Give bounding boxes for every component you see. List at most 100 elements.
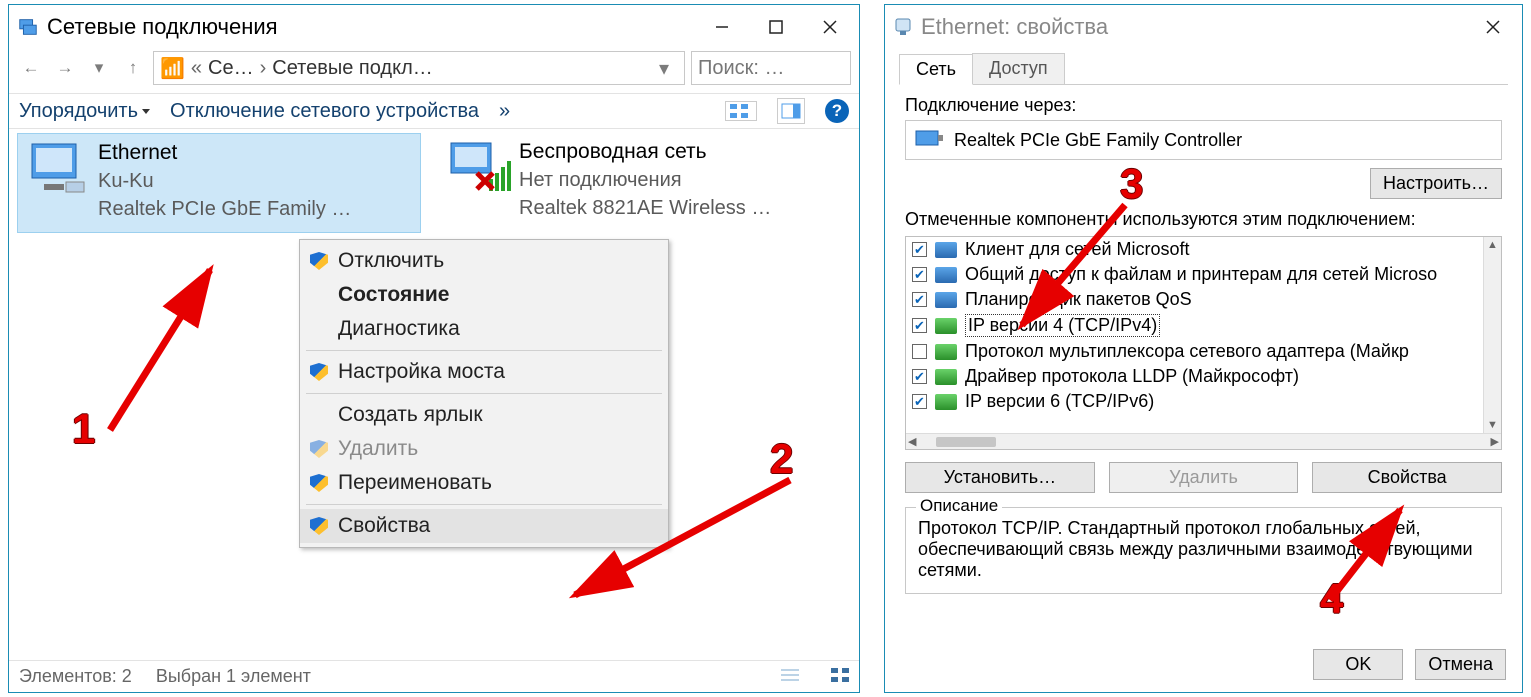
protocol-icon bbox=[935, 369, 957, 385]
service-icon bbox=[935, 292, 957, 308]
nic-icon bbox=[914, 127, 944, 154]
service-icon bbox=[935, 242, 957, 258]
breadcrumb-part[interactable]: Се… bbox=[208, 57, 254, 80]
checkbox[interactable] bbox=[912, 267, 927, 282]
checkbox[interactable] bbox=[912, 369, 927, 384]
breadcrumb-history-button[interactable]: ▾ bbox=[650, 54, 678, 82]
nav-forward-button[interactable]: → bbox=[51, 54, 79, 82]
scroll-right-icon[interactable]: ▶ bbox=[1489, 433, 1501, 450]
component-item[interactable]: Протокол мультиплексора сетевого адаптер… bbox=[906, 339, 1501, 364]
scrollbar-horizontal[interactable]: ◀ ▶ bbox=[906, 433, 1501, 449]
ok-button[interactable]: OK bbox=[1313, 649, 1403, 680]
breadcrumb[interactable]: 📶 « Се… › Сетевые подкл… ▾ bbox=[153, 51, 685, 85]
app-icon bbox=[17, 16, 39, 38]
nav-recent-button[interactable]: ▾ bbox=[85, 54, 113, 82]
ethernet-properties-window: Ethernet: свойства Сеть Доступ Подключен… bbox=[884, 4, 1523, 693]
connection-adapter: Realtek 8821AE Wireless … bbox=[519, 194, 771, 222]
separator bbox=[306, 350, 662, 351]
view-mode-dropdown[interactable] bbox=[725, 101, 757, 121]
uninstall-button: Удалить bbox=[1109, 462, 1299, 493]
tab-sharing[interactable]: Доступ bbox=[972, 53, 1065, 84]
nav-back-button[interactable]: ← bbox=[17, 54, 45, 82]
checkbox[interactable] bbox=[912, 344, 927, 359]
toolbar-overflow-button[interactable]: » bbox=[499, 100, 510, 123]
annotation-arrow-4 bbox=[1300, 500, 1420, 610]
ctx-delete: Удалить bbox=[300, 432, 668, 466]
organize-menu[interactable]: Упорядочить bbox=[19, 100, 150, 123]
separator bbox=[306, 393, 662, 394]
tab-network[interactable]: Сеть bbox=[899, 54, 973, 85]
component-label: IP версии 6 (TCP/IPv6) bbox=[965, 391, 1154, 412]
tab-panel: Подключение через: Realtek PCIe GbE Fami… bbox=[885, 85, 1522, 604]
window-title: Ethernet: свойства bbox=[921, 14, 1466, 40]
shield-icon bbox=[310, 363, 328, 381]
component-item[interactable]: IP версии 4 (TCP/IPv4) bbox=[906, 312, 1501, 339]
scroll-left-icon[interactable]: ◀ bbox=[906, 433, 918, 450]
help-button[interactable]: ? bbox=[825, 99, 849, 123]
description-legend: Описание bbox=[916, 496, 1002, 516]
component-item[interactable]: Планировщик пакетов QoS bbox=[906, 287, 1501, 312]
properties-button[interactable]: Свойства bbox=[1312, 462, 1502, 493]
ethernet-icon bbox=[26, 138, 90, 202]
nav-up-button[interactable]: ↑ bbox=[119, 54, 147, 82]
titlebar: Ethernet: свойства bbox=[885, 5, 1522, 49]
titlebar: Сетевые подключения bbox=[9, 5, 859, 49]
ctx-disable[interactable]: Отключить bbox=[300, 244, 668, 278]
folder-icon: 📶 bbox=[160, 56, 185, 81]
window-title: Сетевые подключения bbox=[47, 14, 695, 40]
components-list[interactable]: Клиент для сетей MicrosoftОбщий доступ к… bbox=[905, 236, 1502, 450]
annotation-arrow-1 bbox=[100, 260, 240, 440]
connection-adapter: Realtek PCIe GbE Family … bbox=[98, 195, 351, 223]
address-bar: ← → ▾ ↑ 📶 « Се… › Сетевые подкл… ▾ Поиск… bbox=[9, 49, 859, 94]
tabs: Сеть Доступ bbox=[899, 53, 1508, 85]
scrollbar-vertical[interactable]: ▲ ▼ bbox=[1483, 237, 1501, 433]
minimize-button[interactable] bbox=[695, 8, 749, 46]
service-icon bbox=[935, 267, 957, 283]
component-item[interactable]: Общий доступ к файлам и принтерам для се… bbox=[906, 262, 1501, 287]
annotation-arrow-3 bbox=[1010, 200, 1140, 340]
ctx-create-shortcut[interactable]: Создать ярлык bbox=[300, 398, 668, 432]
wifi-icon bbox=[447, 137, 511, 201]
connection-tile-wifi[interactable]: Беспроводная сеть Нет подключения Realte… bbox=[439, 133, 843, 233]
connect-via-label: Подключение через: bbox=[905, 95, 1502, 116]
shield-icon bbox=[310, 517, 328, 535]
scroll-thumb[interactable] bbox=[936, 437, 996, 447]
component-item[interactable]: Клиент для сетей Microsoft bbox=[906, 237, 1501, 262]
checkbox[interactable] bbox=[912, 318, 927, 333]
connection-name: Беспроводная сеть bbox=[519, 137, 771, 166]
close-button[interactable] bbox=[1466, 8, 1520, 46]
ctx-diagnostics[interactable]: Диагностика bbox=[300, 312, 668, 346]
configure-button[interactable]: Настроить… bbox=[1370, 168, 1502, 199]
annotation-step-1: 1 bbox=[72, 405, 95, 453]
component-label: Драйвер протокола LLDP (Майкрософт) bbox=[965, 366, 1299, 387]
preview-pane-button[interactable] bbox=[777, 98, 805, 124]
annotation-arrow-2 bbox=[560, 470, 810, 610]
view-details-icon[interactable] bbox=[781, 666, 799, 687]
component-item[interactable]: IP версии 6 (TCP/IPv6) bbox=[906, 389, 1501, 414]
checkbox[interactable] bbox=[912, 394, 927, 409]
checkbox[interactable] bbox=[912, 242, 927, 257]
ctx-status[interactable]: Состояние bbox=[300, 278, 668, 312]
connection-name: Ethernet bbox=[98, 138, 351, 167]
checkbox[interactable] bbox=[912, 292, 927, 307]
scroll-down-icon[interactable]: ▼ bbox=[1485, 417, 1500, 433]
disable-device-button[interactable]: Отключение сетевого устройства bbox=[170, 100, 479, 123]
shield-icon bbox=[310, 252, 328, 270]
component-label: Протокол мультиплексора сетевого адаптер… bbox=[965, 341, 1409, 362]
search-input[interactable]: Поиск: … bbox=[691, 51, 851, 85]
connection-tile-ethernet[interactable]: Ethernet Ku-Ku Realtek PCIe GbE Family … bbox=[17, 133, 421, 233]
breadcrumb-part[interactable]: Сетевые подкл… bbox=[272, 57, 432, 80]
close-button[interactable] bbox=[803, 8, 857, 46]
view-tiles-icon[interactable] bbox=[831, 666, 849, 687]
protocol-icon bbox=[935, 394, 957, 410]
install-button[interactable]: Установить… bbox=[905, 462, 1095, 493]
ctx-bridge[interactable]: Настройка моста bbox=[300, 355, 668, 389]
toolbar: Упорядочить Отключение сетевого устройст… bbox=[9, 94, 859, 129]
status-selection: Выбран 1 элемент bbox=[156, 666, 311, 687]
maximize-button[interactable] bbox=[749, 8, 803, 46]
cancel-button[interactable]: Отмена bbox=[1415, 649, 1506, 680]
component-item[interactable]: Драйвер протокола LLDP (Майкрософт) bbox=[906, 364, 1501, 389]
components-label: Отмеченные компоненты используются этим … bbox=[905, 209, 1502, 230]
scroll-up-icon[interactable]: ▲ bbox=[1485, 237, 1500, 253]
component-buttons: Установить… Удалить Свойства bbox=[905, 462, 1502, 493]
